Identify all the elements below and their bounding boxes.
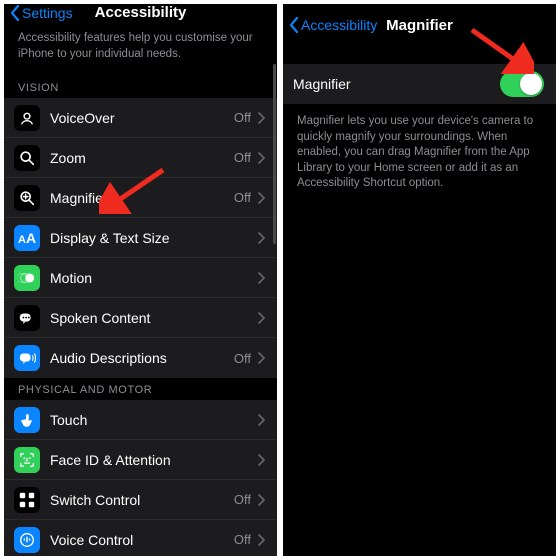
navbar: Accessibility Magnifier [283, 4, 556, 46]
group-header-physical: PHYSICAL AND MOTOR [4, 378, 277, 400]
row-label: Magnifier [50, 190, 234, 206]
row-value: Off [234, 492, 251, 507]
row-audiodesc[interactable]: Audio DescriptionsOff [4, 338, 277, 378]
intro-text: Accessibility features help you customis… [4, 21, 277, 76]
chevron-right-icon [257, 112, 265, 124]
row-label: Motion [50, 270, 257, 286]
scrollbar[interactable] [273, 64, 276, 552]
spoken-icon [14, 305, 40, 331]
row-label: VoiceOver [50, 110, 234, 126]
row-spoken[interactable]: Spoken Content [4, 298, 277, 338]
zoom-icon [14, 145, 40, 171]
chevron-right-icon [257, 454, 265, 466]
row-label: Zoom [50, 150, 234, 166]
display-icon: AA [14, 225, 40, 251]
back-label: Accessibility [301, 17, 377, 33]
magnifier-description: Magnifier lets you use your device's cam… [283, 104, 556, 206]
row-label: Face ID & Attention [50, 452, 257, 468]
magnifier-settings-screen: Accessibility Magnifier Magnifier Magnif… [283, 4, 556, 556]
row-label: Spoken Content [50, 310, 257, 326]
chevron-right-icon [257, 352, 265, 364]
navbar: Settings Accessibility [4, 4, 277, 21]
back-label: Settings [22, 5, 73, 21]
row-value: Off [234, 351, 251, 366]
row-motion[interactable]: Motion [4, 258, 277, 298]
chevron-right-icon [257, 312, 265, 324]
chevron-left-icon [10, 5, 20, 21]
audiodesc-icon [14, 345, 40, 371]
motion-icon [14, 265, 40, 291]
chevron-right-icon [257, 232, 265, 244]
chevron-right-icon [257, 534, 265, 546]
row-label: Display & Text Size [50, 230, 257, 246]
back-button[interactable]: Settings [10, 5, 73, 21]
row-voicectrl[interactable]: Voice ControlOff [4, 520, 277, 556]
chevron-right-icon [257, 192, 265, 204]
toggle-label: Magnifier [293, 76, 500, 92]
chevron-right-icon [257, 272, 265, 284]
row-value: Off [234, 190, 251, 205]
voiceover-icon [14, 105, 40, 131]
row-zoom[interactable]: ZoomOff [4, 138, 277, 178]
group-header-vision: VISION [4, 76, 277, 98]
row-value: Off [234, 532, 251, 547]
svg-text:A: A [18, 234, 26, 246]
switch-icon [14, 487, 40, 513]
page-title: Accessibility [95, 4, 187, 21]
row-touch[interactable]: Touch [4, 400, 277, 440]
row-magnifier[interactable]: MagnifierOff [4, 178, 277, 218]
row-label: Audio Descriptions [50, 350, 234, 366]
physical-list: TouchFace ID & AttentionSwitch ControlOf… [4, 400, 277, 556]
touch-icon [14, 407, 40, 433]
row-label: Voice Control [50, 532, 234, 548]
vision-list: VoiceOverOffZoomOffMagnifierOffAADisplay… [4, 98, 277, 378]
chevron-left-icon [289, 17, 299, 33]
row-voiceover[interactable]: VoiceOverOff [4, 98, 277, 138]
row-display[interactable]: AA Display & Text Size [4, 218, 277, 258]
page-title: Magnifier [386, 17, 453, 34]
row-label: Switch Control [50, 492, 234, 508]
chevron-right-icon [257, 494, 265, 506]
magnifier-toggle[interactable]: Magnifier [283, 64, 556, 104]
chevron-right-icon [257, 414, 265, 426]
row-switch[interactable]: Switch ControlOff [4, 480, 277, 520]
row-faceid[interactable]: Face ID & Attention [4, 440, 277, 480]
chevron-right-icon [257, 152, 265, 164]
row-label: Touch [50, 412, 257, 428]
row-value: Off [234, 150, 251, 165]
back-button[interactable]: Accessibility [289, 17, 377, 33]
voicectrl-icon [14, 527, 40, 553]
faceid-icon [14, 447, 40, 473]
magnifier-icon [14, 185, 40, 211]
row-value: Off [234, 110, 251, 125]
accessibility-settings-screen: Settings Accessibility Accessibility fea… [4, 4, 277, 556]
svg-text:A: A [26, 230, 36, 246]
magnifier-toggle-row: Magnifier [283, 64, 556, 104]
toggle-switch[interactable] [500, 71, 544, 97]
